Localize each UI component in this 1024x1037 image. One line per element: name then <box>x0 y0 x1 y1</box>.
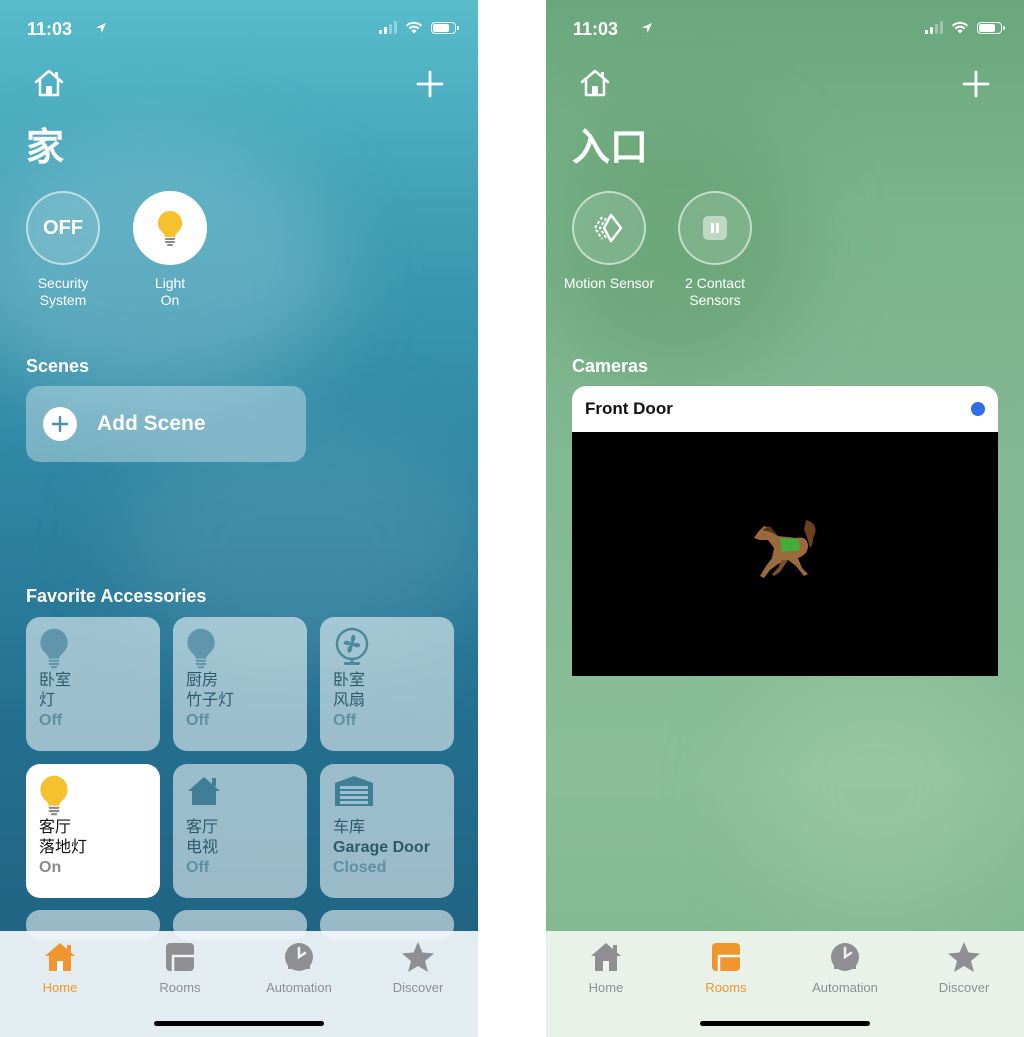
motion-sensor-status[interactable]: Motion Sensor <box>554 191 664 292</box>
accessory-state: Off <box>39 712 63 729</box>
tab-automation[interactable]: Automation <box>239 941 359 995</box>
accessory-state: Off <box>186 859 210 876</box>
home-screen: 11:03 家 OFF Security System Light On Scene… <box>0 0 478 1037</box>
fan-icon <box>335 627 369 665</box>
automation-tab-icon <box>831 943 859 971</box>
garage-icon <box>335 776 373 806</box>
tab-automation[interactable]: Automation <box>785 941 905 995</box>
tab-rooms[interactable]: Rooms <box>120 941 240 995</box>
rooms-tab-icon <box>166 943 194 971</box>
add-icon[interactable] <box>416 70 444 98</box>
live-indicator <box>971 402 985 416</box>
status-time: 11:03 <box>573 19 619 39</box>
plus-icon <box>51 415 69 433</box>
accessory-state: Closed <box>333 859 387 876</box>
accessory-state: Off <box>186 712 210 729</box>
location-arrow-icon <box>642 23 652 33</box>
wifi-icon <box>405 21 423 34</box>
add-scene-label: Add Scene <box>97 412 206 435</box>
location-arrow-icon <box>96 23 106 33</box>
camera-name: Front Door <box>585 399 673 418</box>
room-screen: 11:03 入口 Motion Sensor 2 Contact Sensors … <box>546 0 1024 1037</box>
accessory-tile-kitchen-light[interactable]: 厨房 竹子灯 Off <box>173 617 307 751</box>
home-indicator[interactable] <box>154 1021 324 1026</box>
home-icon[interactable] <box>33 68 65 98</box>
lightbulb-icon <box>187 628 215 669</box>
status-time: 11:03 <box>27 19 73 39</box>
add-icon[interactable] <box>962 70 990 98</box>
contact-sensors-status[interactable]: 2 Contact Sensors <box>665 191 765 309</box>
star-icon <box>402 942 434 972</box>
accessory-state: Off <box>333 712 357 729</box>
home-icon[interactable] <box>579 68 611 98</box>
lightbulb-icon <box>40 775 68 816</box>
lightbulb-icon <box>40 628 68 669</box>
cellular-signal-icon <box>379 21 397 34</box>
home-tab-icon <box>45 943 75 971</box>
rooms-tab-icon <box>712 943 740 971</box>
light-status[interactable]: Light On <box>120 191 220 309</box>
background-haze <box>746 660 1006 920</box>
camera-tile-front-door[interactable]: Front Door <box>572 386 998 676</box>
scenes-heading: Scenes <box>26 356 90 376</box>
home-tab-icon <box>591 943 621 971</box>
battery-icon <box>431 21 459 34</box>
wifi-icon <box>951 21 969 34</box>
tab-discover[interactable]: Discover <box>358 941 478 995</box>
battery-icon <box>977 21 1005 34</box>
accessory-tile-bedroom-fan[interactable]: 卧室 风扇 Off <box>320 617 454 751</box>
add-scene-button[interactable]: Add Scene <box>26 386 306 462</box>
motion-sensor-icon <box>593 213 623 243</box>
accessory-tile-garage-door[interactable]: 车库 Garage Door Closed <box>320 764 454 898</box>
security-system-status[interactable]: OFF Security System <box>13 191 113 309</box>
accessory-state: On <box>39 859 62 876</box>
page-title: 家 <box>26 127 65 169</box>
horse-image <box>754 520 816 578</box>
tab-discover[interactable]: Discover <box>904 941 1024 995</box>
tab-bar: Home Rooms Automation Discover <box>546 931 1024 1037</box>
security-off-label: OFF <box>43 216 83 239</box>
favorite-accessories-heading: Favorite Accessories <box>26 586 207 606</box>
tab-rooms[interactable]: Rooms <box>666 941 786 995</box>
lightbulb-icon <box>157 210 183 246</box>
star-icon <box>948 942 980 972</box>
tab-home[interactable]: Home <box>546 941 666 995</box>
tab-bar: Home Rooms Automation Discover <box>0 931 478 1037</box>
automation-tab-icon <box>285 943 313 971</box>
accessory-tile-living-floor-lamp[interactable]: 客厅 落地灯 On <box>26 764 160 898</box>
accessory-tile-bedroom-light[interactable]: 卧室 灯 Off <box>26 617 160 751</box>
page-title: 入口 <box>572 127 649 169</box>
house-icon <box>188 777 220 805</box>
accessory-tile-living-tv[interactable]: 客厅 电视 Off <box>173 764 307 898</box>
camera-feed[interactable] <box>572 432 998 676</box>
contact-sensor-icon <box>703 216 727 240</box>
status-bar: 11:03 <box>27 18 459 42</box>
status-bar: 11:03 <box>573 18 1005 42</box>
tab-home[interactable]: Home <box>0 941 120 995</box>
home-indicator[interactable] <box>700 1021 870 1026</box>
cameras-heading: Cameras <box>572 356 649 376</box>
cellular-signal-icon <box>925 21 943 34</box>
